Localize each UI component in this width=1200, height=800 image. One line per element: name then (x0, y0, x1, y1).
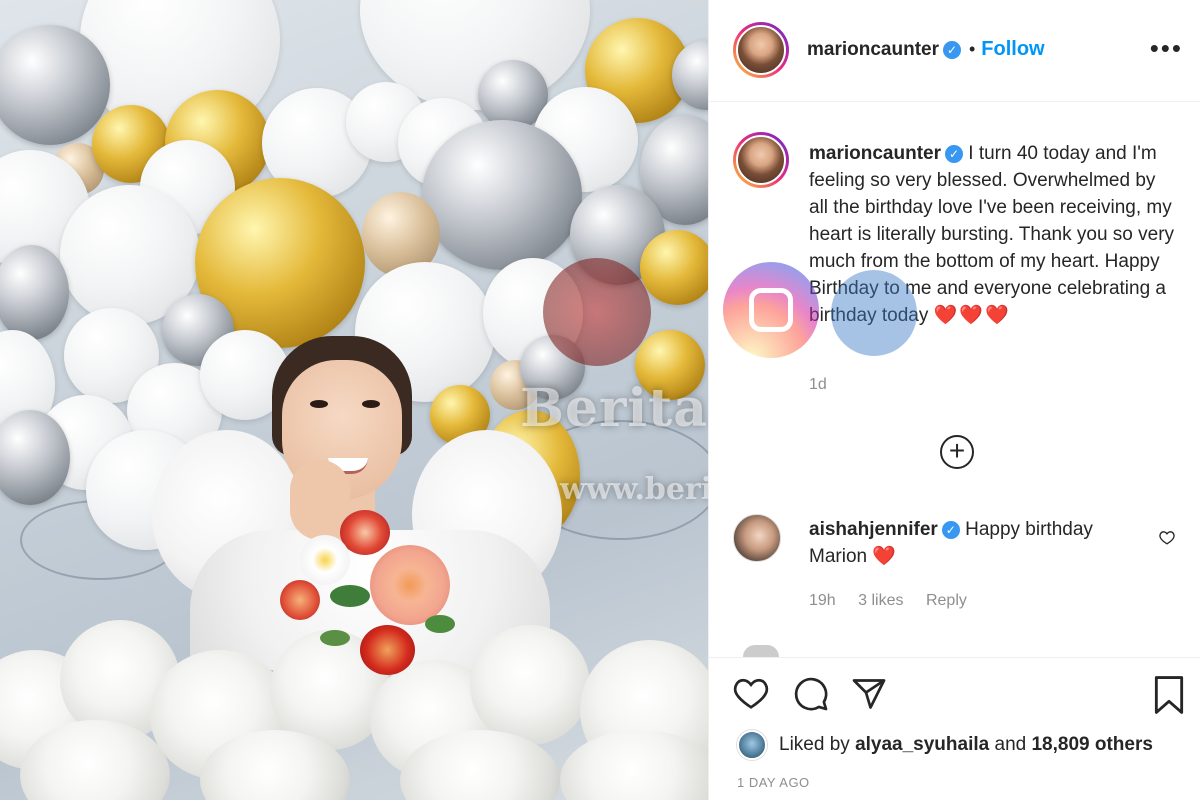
rose (470, 625, 590, 745)
comment-like-heart-icon[interactable] (1159, 530, 1175, 550)
flower-bouquet-sticker (280, 505, 470, 680)
liked-by-and: and (994, 734, 1027, 755)
red-flower (280, 580, 320, 620)
watermark-logo (543, 258, 651, 366)
avatar-image (736, 135, 786, 185)
post-header: marioncaunter ✓ • Follow ••• (709, 0, 1200, 102)
caption-text: I turn 40 today and I'm feeling so very … (809, 143, 1175, 326)
liked-by-row: Liked by alyaa_syuhaila and 18,809 other… (737, 730, 1153, 760)
pink-flower (370, 545, 450, 625)
leaf (330, 585, 370, 607)
eye (362, 400, 380, 408)
verified-badge-icon: ✓ (942, 40, 961, 59)
liker-username[interactable]: alyaa_syuhaila (855, 734, 989, 756)
comment-bubble-icon[interactable] (793, 676, 829, 712)
verified-badge-icon: ✓ (941, 520, 960, 539)
profile-avatar[interactable] (733, 22, 789, 78)
caption-timestamp: 1d (809, 376, 827, 393)
heart-emoji-icon: ❤️ (872, 546, 899, 567)
balloon (635, 330, 705, 400)
follow-button[interactable]: Follow (981, 38, 1044, 61)
like-heart-icon[interactable] (733, 676, 769, 710)
instagram-icon (723, 262, 819, 358)
verified-badge-icon: ✓ (944, 144, 963, 163)
liked-by-prefix: Liked by (779, 734, 850, 755)
post-date: 1 DAY AGO (737, 775, 810, 790)
comment-meta: 19h 3 likes Reply (809, 592, 985, 610)
white-flower (300, 535, 350, 585)
balloon (0, 25, 110, 145)
post-sidebar: marioncaunter ✓ • Follow ••• marioncaunt… (708, 0, 1200, 800)
instagram-glyph (749, 288, 793, 332)
eye (310, 400, 328, 408)
balloon (640, 230, 708, 305)
heart-emoji-icon: ❤️❤️❤️ (933, 305, 1011, 326)
comment-text-block: aishahjennifer ✓ Happy birthday Marion ❤️ (809, 516, 1129, 570)
avatar-image (736, 25, 786, 75)
rose (560, 730, 708, 800)
share-paper-plane-icon[interactable] (851, 676, 887, 712)
comments-section[interactable]: marioncaunter ✓ I turn 40 today and I'm f… (709, 102, 1200, 657)
comment-username[interactable]: aishahjennifer (809, 519, 938, 540)
post-photo[interactable]: Berita Kopak www.beritakopak.com (0, 0, 708, 800)
load-more-comments-icon[interactable]: + (940, 435, 974, 469)
separator-dot: • (968, 39, 976, 59)
caption-username[interactable]: marioncaunter (809, 143, 941, 164)
balloon (0, 245, 69, 340)
header-user-row: marioncaunter ✓ • Follow (807, 38, 1045, 61)
caption-text-block: marioncaunter ✓ I turn 40 today and I'm f… (809, 140, 1179, 329)
balloon (422, 120, 582, 270)
heart-outline-icon (1159, 531, 1175, 545)
leaf (425, 615, 455, 633)
red-flower (360, 625, 415, 675)
likes-count[interactable]: 18,809 others (1031, 734, 1152, 756)
header-username[interactable]: marioncaunter (807, 39, 939, 61)
liker-avatar[interactable] (737, 730, 767, 760)
comment-timestamp: 19h (809, 592, 836, 609)
comment-avatar[interactable] (733, 514, 781, 562)
save-bookmark-icon[interactable] (1153, 676, 1185, 714)
next-comment-avatar (743, 645, 779, 657)
leaf (320, 630, 350, 646)
post-actions: Liked by alyaa_syuhaila and 18,809 other… (709, 657, 1200, 800)
caption-avatar[interactable] (733, 132, 789, 188)
more-options-icon[interactable]: ••• (1150, 35, 1183, 61)
comment-likes-count[interactable]: 3 likes (858, 592, 903, 609)
reply-button[interactable]: Reply (926, 592, 967, 609)
